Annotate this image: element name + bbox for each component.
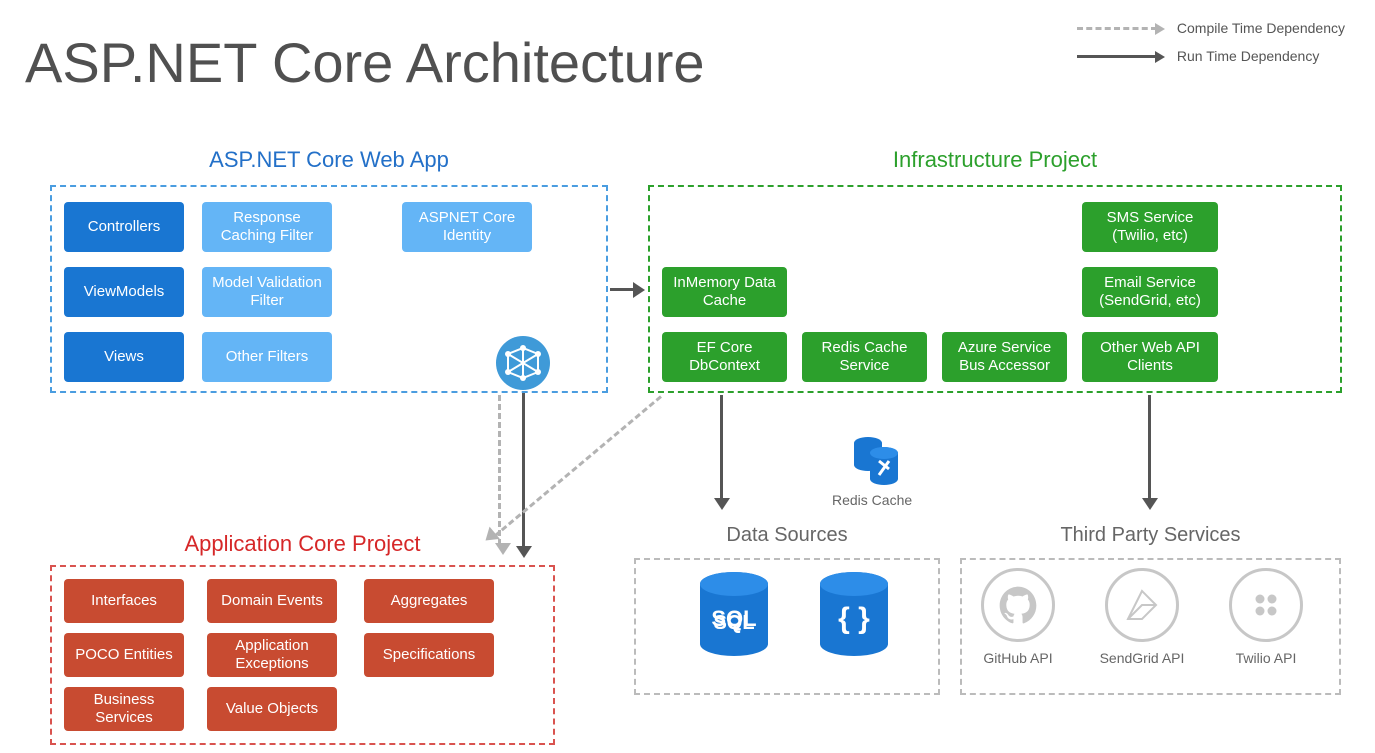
legend-compile-label: Compile Time Dependency — [1177, 20, 1345, 36]
diagram-title: ASP.NET Core Architecture — [25, 30, 705, 95]
arrow-webapp-to-appcore-runtime — [522, 393, 525, 548]
block-redis: Redis Cache Service — [802, 332, 927, 382]
redis-cache-label: Redis Cache — [832, 492, 912, 508]
github-icon — [981, 568, 1055, 642]
block-aspnet-identity: ASPNET Core Identity — [402, 202, 532, 252]
arrow-infra-to-datasources — [720, 395, 723, 500]
solid-arrow-icon — [1077, 55, 1157, 58]
infra-group: Infrastructure Project InMemory Data Cac… — [648, 185, 1342, 393]
block-viewmodels: ViewModels — [64, 267, 184, 317]
api-icon — [496, 336, 550, 390]
github-api-label: GitHub API — [958, 650, 1078, 666]
block-poco: POCO Entities — [64, 633, 184, 677]
block-controllers: Controllers — [64, 202, 184, 252]
block-interfaces: Interfaces — [64, 579, 184, 623]
sendgrid-icon — [1105, 568, 1179, 642]
twilio-icon — [1229, 568, 1303, 642]
block-aggregates: Aggregates — [364, 579, 494, 623]
webapp-title: ASP.NET Core Web App — [209, 147, 449, 173]
block-model-validation: Model Validation Filter — [202, 267, 332, 317]
json-braces-label: { } — [815, 602, 893, 636]
thirdparty-title: Third Party Services — [1060, 524, 1240, 547]
json-database-icon: { } — [815, 570, 893, 662]
block-value-objects: Value Objects — [207, 687, 337, 731]
block-response-caching: Response Caching Filter — [202, 202, 332, 252]
appcore-title: Application Core Project — [184, 531, 420, 557]
arrow-webapp-to-appcore-compile — [498, 395, 501, 545]
legend-runtime: Run Time Dependency — [1077, 48, 1345, 64]
block-views: Views — [64, 332, 184, 382]
redis-cache-icon — [852, 435, 900, 494]
arrow-infra-to-thirdparty — [1148, 395, 1151, 500]
block-azure-bus: Azure Service Bus Accessor — [942, 332, 1067, 382]
block-domain-events: Domain Events — [207, 579, 337, 623]
block-efcore: EF Core DbContext — [662, 332, 787, 382]
legend: Compile Time Dependency Run Time Depende… — [1077, 20, 1345, 76]
block-email: Email Service (SendGrid, etc) — [1082, 267, 1218, 317]
block-inmemory: InMemory Data Cache — [662, 267, 787, 317]
arrow-webapp-to-infra — [610, 288, 635, 291]
block-sms: SMS Service (Twilio, etc) — [1082, 202, 1218, 252]
sql-database-icon: SQL SQL — [695, 570, 773, 662]
appcore-group: Application Core Project Interfaces POCO… — [50, 565, 555, 745]
sql-label: SQL — [695, 612, 773, 635]
block-other-filters: Other Filters — [202, 332, 332, 382]
block-specifications: Specifications — [364, 633, 494, 677]
infra-title: Infrastructure Project — [893, 147, 1097, 173]
block-business: Business Services — [64, 687, 184, 731]
datasources-group: Data Sources — [634, 558, 940, 695]
arrow-infra-to-appcore-compile — [494, 395, 662, 537]
block-other-api: Other Web API Clients — [1082, 332, 1218, 382]
legend-runtime-label: Run Time Dependency — [1177, 48, 1319, 64]
dashed-arrow-icon — [1077, 27, 1157, 30]
sendgrid-api-label: SendGrid API — [1082, 650, 1202, 666]
block-app-exceptions: Application Exceptions — [207, 633, 337, 677]
datasources-title: Data Sources — [726, 524, 847, 547]
legend-compile-time: Compile Time Dependency — [1077, 20, 1345, 36]
twilio-api-label: Twilio API — [1206, 650, 1326, 666]
